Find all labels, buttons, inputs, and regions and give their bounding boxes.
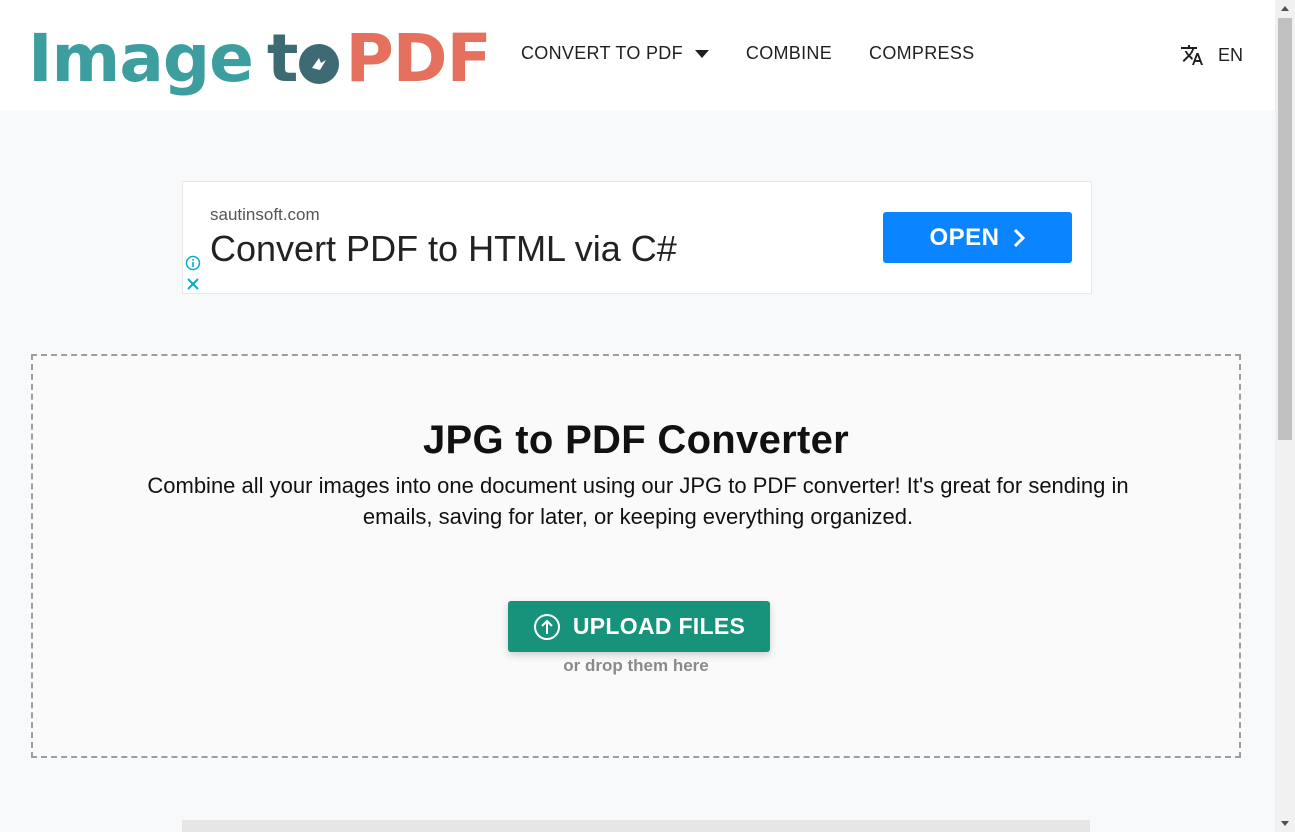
language-selector[interactable]: EN bbox=[1180, 43, 1243, 67]
page-title: JPG to PDF Converter bbox=[422, 418, 850, 462]
nav-convert-to-pdf[interactable]: CONVERT TO PDF bbox=[521, 43, 709, 64]
nav-compress[interactable]: COMPRESS bbox=[869, 43, 974, 64]
logo-pdf-text: PDF bbox=[345, 20, 491, 97]
upload-icon bbox=[533, 613, 560, 640]
bottom-ad-placeholder bbox=[182, 820, 1090, 832]
logo-o-icon bbox=[299, 44, 340, 84]
ad-open-label: OPEN bbox=[929, 223, 1000, 251]
ad-close-icon[interactable] bbox=[185, 276, 201, 292]
ad-info-icon[interactable] bbox=[185, 255, 201, 271]
ad-domain: sautinsoft.com bbox=[210, 205, 320, 224]
upload-files-button[interactable]: UPLOAD FILES bbox=[508, 601, 770, 652]
site-logo[interactable]: Image t PDF bbox=[28, 18, 492, 97]
page-description: Combine all your images into one documen… bbox=[147, 473, 1129, 529]
upload-dropzone[interactable]: JPG to PDF Converter Combine all your im… bbox=[31, 354, 1241, 758]
nav-combine-label: COMBINE bbox=[745, 43, 833, 63]
nav-convert-label: CONVERT TO PDF bbox=[521, 43, 683, 63]
translate-icon bbox=[1181, 45, 1203, 65]
chevron-right-icon bbox=[1013, 228, 1025, 247]
ad-open-button[interactable]: OPEN bbox=[883, 212, 1072, 263]
site-header: Image t PDF CONVERT TO PDF COMBINE COMPR… bbox=[0, 0, 1275, 110]
drop-hint: or drop them here bbox=[563, 656, 709, 675]
scrollbar-thumb[interactable] bbox=[1278, 18, 1292, 440]
nav-combine[interactable]: COMBINE bbox=[746, 43, 832, 64]
main-nav: CONVERT TO PDF COMBINE COMPRESS bbox=[521, 43, 1011, 64]
logo-to-text: t bbox=[267, 26, 340, 92]
ad-headline[interactable]: Convert PDF to HTML via C# bbox=[210, 228, 677, 270]
upload-files-label: UPLOAD FILES bbox=[572, 613, 746, 639]
scroll-up-icon[interactable] bbox=[1281, 6, 1289, 11]
ad-banner[interactable]: sautinsoft.com Convert PDF to HTML via C… bbox=[182, 181, 1092, 294]
nav-compress-label: COMPRESS bbox=[869, 43, 975, 63]
language-label: EN bbox=[1218, 44, 1244, 65]
logo-image-text: Image bbox=[28, 20, 254, 97]
scroll-down-icon[interactable] bbox=[1281, 821, 1289, 826]
scrollbar[interactable] bbox=[1275, 0, 1295, 832]
chevron-down-icon bbox=[694, 49, 709, 58]
